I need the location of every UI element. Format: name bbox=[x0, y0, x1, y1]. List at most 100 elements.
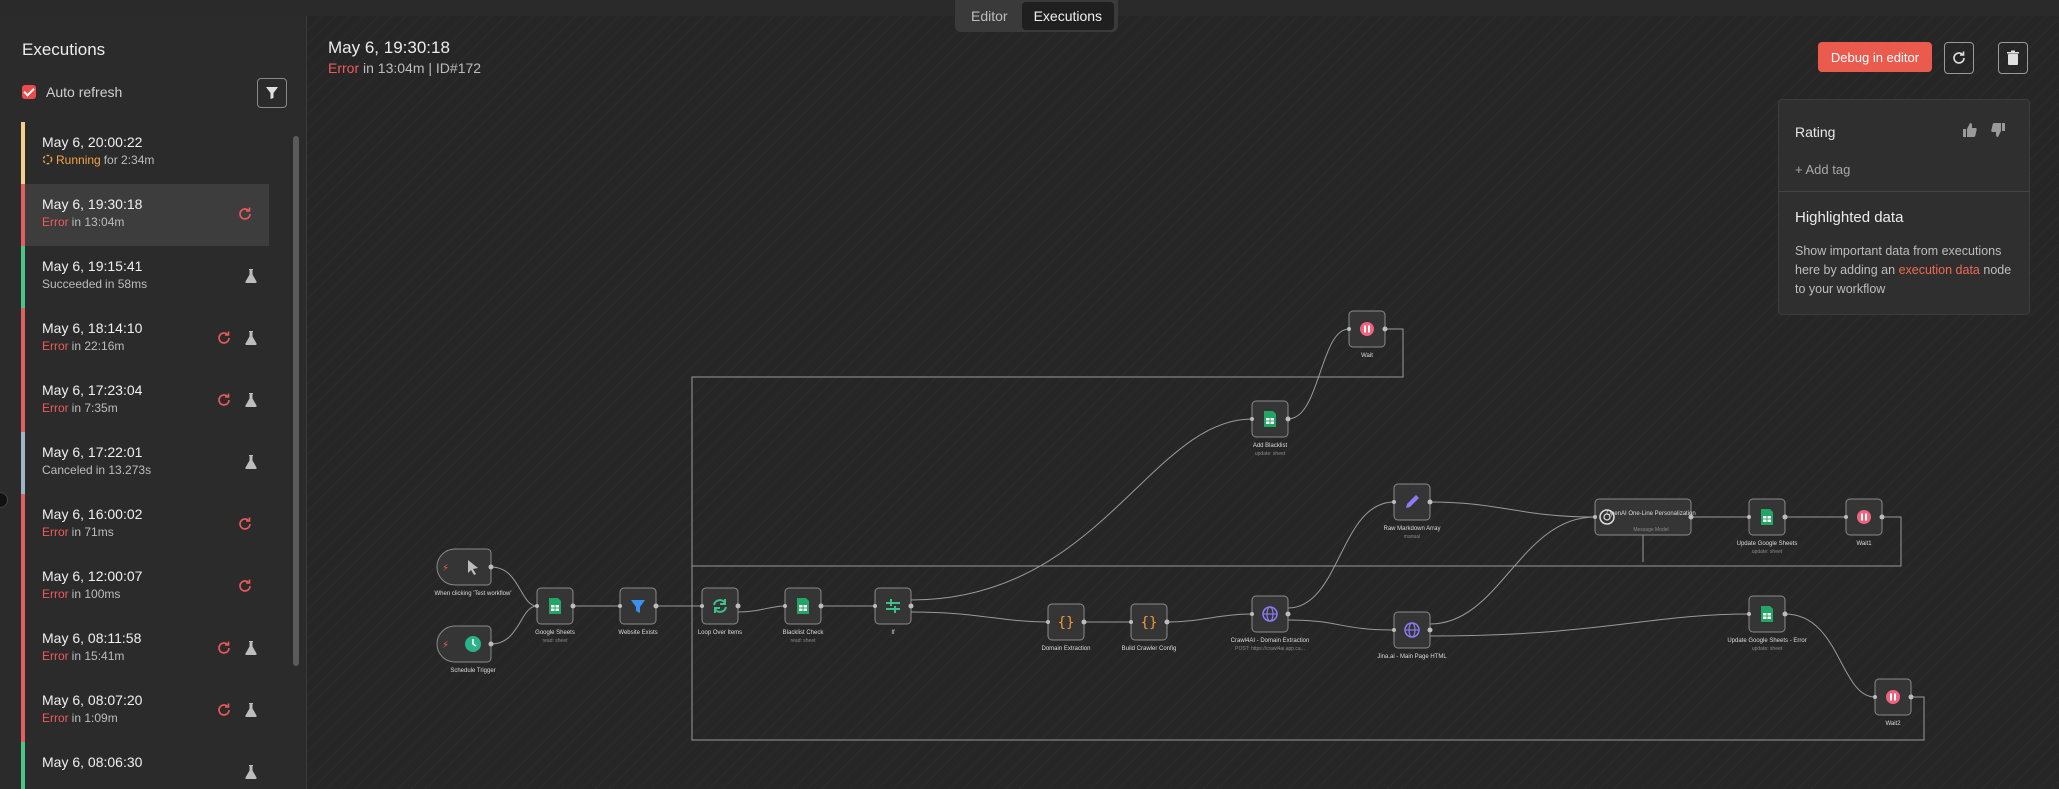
code-icon: {} bbox=[1141, 615, 1158, 631]
workflow-node-build-crawler[interactable]: {} Build Crawler Config bbox=[1122, 603, 1177, 652]
node-subtitle: POST: https://crawl4ai.app.ca... bbox=[1235, 646, 1305, 652]
node-label: Google Sheets bbox=[535, 630, 575, 636]
workflow-diagram: ⚡ When clicking 'Test workflow' ⚡ Schedule … bbox=[435, 310, 1925, 741]
tab-editor[interactable]: Editor bbox=[959, 2, 1020, 30]
workflow-node-wait2[interactable]: Wait2 bbox=[1873, 678, 1914, 727]
workflow-node-loop[interactable]: Loop Over Items bbox=[698, 587, 742, 636]
workflow-node-google-sheets[interactable]: Google Sheets read: sheet bbox=[535, 587, 576, 644]
output-handle[interactable] bbox=[1782, 514, 1788, 520]
output-handle[interactable] bbox=[1782, 611, 1788, 617]
input-handle[interactable] bbox=[873, 604, 877, 608]
workflow-connection[interactable] bbox=[1429, 613, 1750, 637]
workflow-connection[interactable] bbox=[1287, 501, 1395, 609]
input-handle[interactable] bbox=[1747, 515, 1751, 519]
output-handle[interactable] bbox=[1285, 611, 1291, 617]
input-handle[interactable] bbox=[1844, 515, 1848, 519]
output-handle[interactable] bbox=[488, 641, 494, 647]
input-handle[interactable] bbox=[535, 604, 539, 608]
input-handle[interactable] bbox=[1392, 628, 1396, 632]
node-label: Add Blacklist bbox=[1253, 443, 1288, 449]
workflow-connection[interactable] bbox=[1429, 516, 1596, 625]
workflow-connection[interactable] bbox=[1166, 613, 1253, 623]
workflow-node-if[interactable]: If bbox=[873, 587, 914, 636]
clock-icon bbox=[465, 636, 481, 652]
pause-icon bbox=[1857, 510, 1871, 524]
output-handle[interactable] bbox=[488, 564, 494, 570]
output-handle[interactable] bbox=[818, 603, 824, 609]
workflow-node-website-exists[interactable]: Website Exists bbox=[618, 587, 659, 636]
input-handle[interactable] bbox=[1392, 500, 1396, 504]
output-handle[interactable] bbox=[1081, 619, 1087, 625]
workflow-connection[interactable] bbox=[490, 605, 538, 645]
svg-text:{}: {} bbox=[1058, 615, 1075, 631]
input-handle[interactable] bbox=[1250, 417, 1254, 421]
workflow-node-trigger-schedule[interactable]: ⚡ Schedule Trigger bbox=[436, 625, 496, 674]
node-label: Jina.ai - Main Page HTML bbox=[1377, 654, 1447, 660]
workflow-node-update-sheets-error[interactable]: Update Google Sheets - Error update: shee… bbox=[1727, 595, 1807, 652]
workflow-node-wait[interactable]: Wait bbox=[1347, 310, 1388, 359]
workflow-connection[interactable] bbox=[737, 605, 786, 613]
input-handle[interactable] bbox=[1747, 612, 1751, 616]
trigger-bolt-icon: ⚡ bbox=[442, 563, 449, 574]
workflow-connection[interactable] bbox=[1287, 619, 1395, 631]
node-subtitle: Message Model bbox=[1633, 527, 1668, 533]
node-label: Wait1 bbox=[1856, 541, 1872, 547]
output-handle[interactable] bbox=[1164, 619, 1170, 625]
workflow-connection[interactable] bbox=[1784, 613, 1876, 698]
node-label: Raw Markdown Array bbox=[1383, 526, 1440, 532]
workflow-connection[interactable] bbox=[1429, 501, 1596, 518]
node-subtitle: manual bbox=[1404, 534, 1420, 540]
output-handle[interactable] bbox=[570, 603, 576, 609]
node-subtitle: update: sheet bbox=[1752, 646, 1783, 652]
workflow-node-crawl4ai[interactable]: Crawl4AI - Domain Extraction POST: https:… bbox=[1231, 595, 1310, 652]
node-label: OpenAI One-Line Personalization bbox=[1606, 511, 1695, 517]
sheets-icon bbox=[797, 598, 809, 614]
sheets-icon bbox=[1761, 606, 1773, 622]
input-handle[interactable] bbox=[700, 604, 704, 608]
input-handle[interactable] bbox=[1250, 612, 1254, 616]
node-subtitle: read: sheet bbox=[542, 638, 568, 644]
workflow-node-blacklist-check[interactable]: Blacklist Check read: sheet bbox=[783, 587, 825, 644]
output-handle[interactable] bbox=[653, 603, 659, 609]
node-label: Schedule Trigger bbox=[450, 668, 495, 674]
output-handle[interactable] bbox=[1285, 416, 1291, 422]
workflow-connection[interactable] bbox=[691, 328, 1925, 741]
input-handle[interactable] bbox=[1129, 620, 1133, 624]
workflow-connection[interactable] bbox=[490, 566, 538, 607]
input-handle[interactable] bbox=[618, 604, 622, 608]
workflow-node-trigger-manual[interactable]: ⚡ When clicking 'Test workflow' bbox=[435, 548, 512, 597]
output-handle[interactable] bbox=[1427, 627, 1433, 633]
workflow-node-domain-extraction[interactable]: {} Domain Extraction bbox=[1041, 603, 1091, 652]
workflow-node-add-blacklist[interactable]: Add Blacklist update: sheet bbox=[1250, 400, 1291, 457]
workflow-connection[interactable] bbox=[691, 516, 1902, 607]
output-handle[interactable] bbox=[1382, 326, 1388, 332]
node-label: Website Exists bbox=[618, 630, 657, 636]
node-label: Build Crawler Config bbox=[1122, 646, 1177, 652]
input-handle[interactable] bbox=[1873, 695, 1877, 699]
workflow-connection[interactable] bbox=[1287, 328, 1350, 420]
node-label: Wait bbox=[1361, 353, 1373, 359]
workflow-connection[interactable] bbox=[910, 611, 1049, 623]
workflow-node-update-sheets[interactable]: Update Google Sheets update: sheet bbox=[1737, 498, 1798, 555]
node-label: Loop Over Items bbox=[698, 630, 742, 636]
output-handle[interactable] bbox=[1427, 499, 1433, 505]
tab-executions[interactable]: Executions bbox=[1021, 2, 1115, 30]
output-handle[interactable] bbox=[1908, 694, 1914, 700]
code-icon: {} bbox=[1058, 615, 1075, 631]
workflow-node-wait1[interactable]: Wait1 bbox=[1844, 498, 1885, 547]
output-handle[interactable] bbox=[735, 603, 741, 609]
input-handle[interactable] bbox=[1046, 620, 1050, 624]
workflow-node-raw-markdown[interactable]: Raw Markdown Array manual bbox=[1383, 483, 1441, 540]
input-handle[interactable] bbox=[1593, 515, 1597, 519]
input-handle[interactable] bbox=[1347, 327, 1351, 331]
svg-text:{}: {} bbox=[1141, 615, 1158, 631]
node-label: Update Google Sheets - Error bbox=[1727, 638, 1806, 644]
workflow-node-openai[interactable]: OpenAI One-Line Personalization Message M… bbox=[1593, 498, 1696, 536]
node-label: Update Google Sheets bbox=[1737, 541, 1798, 547]
pause-icon bbox=[1886, 690, 1900, 704]
input-handle[interactable] bbox=[783, 604, 787, 608]
workflow-connection[interactable] bbox=[910, 418, 1253, 601]
output-handle[interactable] bbox=[1879, 514, 1885, 520]
output-handle[interactable] bbox=[908, 603, 914, 609]
trigger-bolt-icon: ⚡ bbox=[442, 640, 449, 651]
